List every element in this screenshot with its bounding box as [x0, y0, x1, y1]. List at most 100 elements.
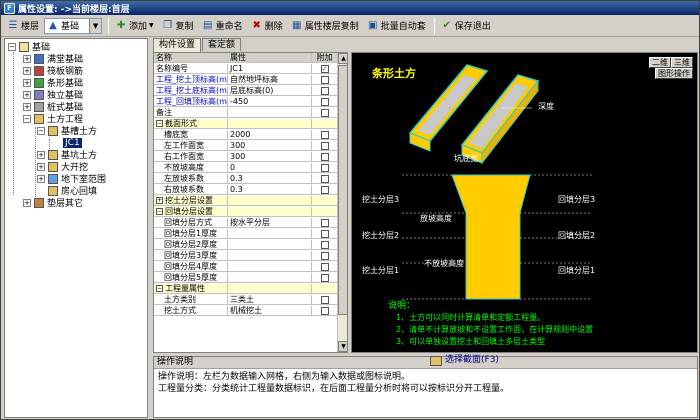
grid-cell-value[interactable] [228, 284, 312, 293]
grid-cell-value[interactable]: 层底标高(0) [228, 86, 312, 95]
add-checkbox[interactable] [320, 130, 329, 139]
tree-item[interactable]: + 桩式基础 [23, 101, 83, 113]
grid-cell-value[interactable]: 0 [228, 163, 312, 172]
grid-row[interactable]: 右放坡系数 0.3 [154, 185, 337, 195]
grid-cell-value[interactable]: 机械挖土 [228, 306, 312, 315]
tree-item[interactable]: 房心回填 [48, 185, 97, 197]
grid-row[interactable]: 工程_挖土顶标高(m) 自然地坪标高 [154, 75, 337, 85]
add-checkbox[interactable]: ✓ [320, 64, 329, 73]
add-checkbox[interactable] [320, 273, 329, 282]
grid-cell-value[interactable]: 0.3 [228, 185, 312, 194]
tree-item[interactable]: + 条形基础 [23, 77, 83, 89]
add-button[interactable]: ✚ 添加 ▼ [112, 17, 157, 35]
add-checkbox[interactable] [320, 174, 329, 183]
grid-cell-value[interactable] [228, 251, 312, 260]
tab-quota[interactable]: 套定额 [202, 38, 242, 51]
select-section-button[interactable]: 选择截面(F3) [430, 355, 499, 366]
expand-icon[interactable]: + [23, 78, 31, 87]
tree-item[interactable]: − 土方工程 [23, 113, 83, 125]
collapse-icon[interactable]: − [156, 208, 163, 215]
grid-cell-value[interactable]: 按水平分层 [228, 218, 312, 227]
grid-row[interactable]: 土方类别 三类土 [154, 295, 337, 305]
grid-cell-value[interactable] [228, 262, 312, 271]
tree-item-root[interactable]: − 基础 [8, 41, 50, 53]
grid-cell-value[interactable]: 2000 [228, 130, 312, 139]
add-checkbox[interactable] [320, 163, 329, 172]
grid-row[interactable]: 左放坡系数 0.3 [154, 174, 337, 184]
expand-icon[interactable]: + [23, 90, 31, 99]
tree-item[interactable]: + 大开挖 [37, 161, 88, 173]
grid-row[interactable]: 回填分层4厚度 [154, 262, 337, 272]
grid-cell-value[interactable] [228, 108, 312, 117]
scroll-up-icon[interactable]: ▲ [338, 53, 347, 64]
add-checkbox[interactable] [320, 229, 329, 238]
tree-item[interactable]: + 地下室范围 [37, 173, 106, 185]
grid-group-row[interactable]: + 挖土分层设置 [154, 196, 337, 206]
delete-button[interactable]: ✖ 删除 [248, 17, 286, 35]
grid-row[interactable]: 挖土方式 机械挖土 [154, 306, 337, 316]
graphic-operation-button[interactable]: 图形操作 [655, 68, 693, 79]
component-tree[interactable]: − 基础 + 满堂基础 + 筏板钢筋 + 条形基础 + 独立基础 + 桩式基础 [4, 38, 148, 418]
copy-floor-attr-button[interactable]: ▦ 属性楼层复制 [288, 17, 362, 35]
grid-row[interactable]: 名称编号 JC1 ✓ [154, 64, 337, 74]
add-checkbox[interactable] [320, 97, 329, 106]
grid-cell-value[interactable] [228, 229, 312, 238]
add-checkbox[interactable] [320, 108, 329, 117]
add-checkbox[interactable] [320, 306, 329, 315]
expand-icon[interactable]: + [23, 198, 31, 207]
tree-item[interactable]: + 独立基础 [23, 89, 83, 101]
grid-row[interactable]: 回填分层1厚度 [154, 229, 337, 239]
grid-cell-value[interactable]: 自然地坪标高 [228, 75, 312, 84]
expand-icon[interactable]: + [156, 197, 163, 204]
expand-icon[interactable]: + [23, 102, 31, 111]
grid-row[interactable]: 不放坡高度 0 [154, 163, 337, 173]
grid-cell-value[interactable] [228, 196, 312, 205]
view-2d-button[interactable]: 二维 [649, 57, 671, 68]
save-exit-button[interactable]: ✔ 保存退出 [438, 17, 494, 35]
scroll-down-icon[interactable]: ▼ [338, 341, 347, 352]
copy-button[interactable]: ❐ 复制 [159, 17, 197, 35]
add-checkbox[interactable] [320, 295, 329, 304]
grid-cell-value[interactable]: 三类土 [228, 295, 312, 304]
add-checkbox[interactable] [320, 141, 329, 150]
category-combo[interactable]: ▲ 基础 ▼ [44, 17, 103, 34]
tree-item-jc1[interactable]: JC1 [63, 137, 82, 148]
property-grid[interactable]: 名称 属性 附加 ▲ ▼ 名称编号 JC1 ✓ 工程_挖土顶标高(m) 自然地坪标高 工程… [153, 52, 348, 353]
tree-item[interactable]: + 筏板钢筋 [23, 65, 83, 77]
grid-cell-value[interactable] [228, 119, 312, 128]
grid-row[interactable]: 回填分层2厚度 [154, 240, 337, 250]
add-checkbox[interactable] [320, 240, 329, 249]
grid-cell-value[interactable] [228, 207, 312, 216]
expand-icon[interactable]: + [37, 174, 45, 183]
grid-row[interactable]: 回填分层方式 按水平分层 [154, 218, 337, 228]
grid-group-row[interactable]: − 截面形式 [154, 119, 337, 129]
grid-cell-value[interactable]: JC1 [228, 64, 312, 73]
grid-row[interactable]: 工程_回填顶标高(m) -450 [154, 97, 337, 107]
add-checkbox[interactable] [320, 251, 329, 260]
grid-cell-value[interactable]: 300 [228, 152, 312, 161]
rename-button[interactable]: ▤ 重命名 [199, 17, 246, 35]
grid-group-row[interactable]: − 回填分层设置 [154, 207, 337, 217]
collapse-icon[interactable]: − [156, 120, 163, 127]
grid-cell-value[interactable]: 300 [228, 141, 312, 150]
grid-row[interactable]: 左工作面宽 300 [154, 141, 337, 151]
add-checkbox[interactable] [320, 75, 329, 84]
grid-row[interactable]: 备注 [154, 108, 337, 118]
collapse-icon[interactable]: − [23, 114, 31, 123]
add-checkbox[interactable] [320, 185, 329, 194]
view-3d-button[interactable]: 三维 [671, 57, 693, 68]
grid-row[interactable]: 工程_挖土底标高(m) 层底标高(0) [154, 86, 337, 96]
tree-item[interactable]: − 基槽土方 [37, 125, 97, 137]
grid-row[interactable]: 回填分层5厚度 [154, 273, 337, 283]
scroll-thumb[interactable] [338, 65, 347, 315]
expand-icon[interactable]: + [23, 54, 31, 63]
grid-cell-value[interactable]: -450 [228, 97, 312, 106]
add-checkbox[interactable] [320, 152, 329, 161]
chevron-down-icon[interactable]: ▼ [89, 18, 102, 33]
tree-item[interactable]: + 垫层其它 [23, 197, 83, 209]
tree-item[interactable]: + 基坑土方 [37, 149, 97, 161]
batch-auto-button[interactable]: ▣ 批量自动套 [364, 17, 429, 35]
add-checkbox[interactable] [320, 218, 329, 227]
grid-group-row[interactable]: − 工程量属性 [154, 284, 337, 294]
collapse-icon[interactable]: − [8, 42, 16, 51]
